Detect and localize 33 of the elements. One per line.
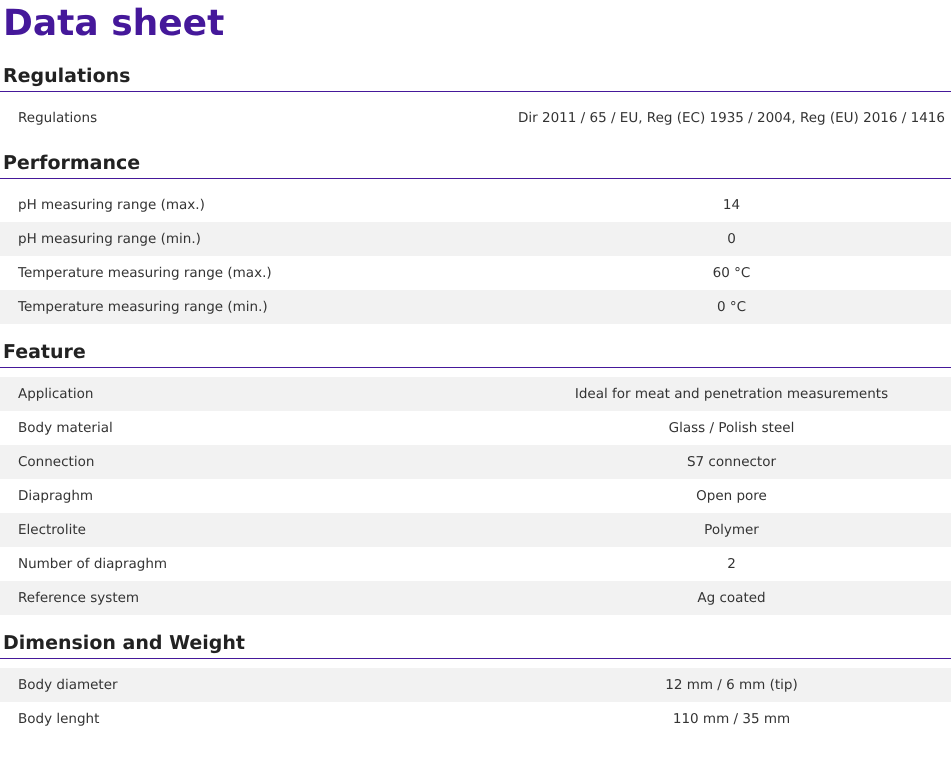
row-value: 14 [722, 196, 740, 213]
section-heading: Feature [0, 340, 951, 368]
section-heading: Regulations [0, 64, 951, 92]
row-label: Temperature measuring range (min.) [18, 298, 268, 315]
row-label: Regulations [18, 110, 98, 126]
row-value: Dir 2011 / 65 / EU, Reg (EC) 1935 / 2004, Reg (EU) 2016 / 1416 [518, 110, 945, 126]
row-label: Body lenght [18, 710, 100, 727]
row-value: 2 [727, 556, 736, 572]
row-value: Open pore [696, 488, 767, 504]
row-value: Ag coated [697, 590, 766, 606]
row-label: Connection [18, 454, 94, 470]
section-heading: Dimension and Weight [0, 631, 951, 659]
row-value: Polymer [704, 522, 759, 538]
row-label: Body material [18, 420, 113, 436]
row-value: 0 [727, 230, 736, 247]
row-value: 60 °C [712, 264, 750, 281]
row-label: pH measuring range (min.) [18, 230, 201, 247]
row-value: Ideal for meat and penetration measurements [574, 386, 888, 402]
row-label: Number of diapraghm [18, 556, 168, 572]
row-value: 110 mm / 35 mm [672, 710, 790, 727]
row-label: Application [18, 386, 94, 402]
row-value: 0 °C [716, 298, 746, 315]
row-label: Reference system [18, 590, 140, 606]
section-heading: Performance [0, 151, 951, 179]
row-label: Electrolite [18, 522, 86, 538]
row-label: Diapraghm [18, 488, 94, 504]
row-label: Temperature measuring range (max.) [18, 264, 272, 281]
row-value: 12 mm / 6 mm (tip) [665, 676, 798, 693]
page-title: Data sheet [3, 2, 226, 46]
row-label: pH measuring range (max.) [18, 196, 205, 213]
row-value: S7 connector [686, 454, 776, 470]
row-value: Glass / Polish steel [668, 420, 794, 436]
row-label: Body diameter [18, 676, 118, 693]
